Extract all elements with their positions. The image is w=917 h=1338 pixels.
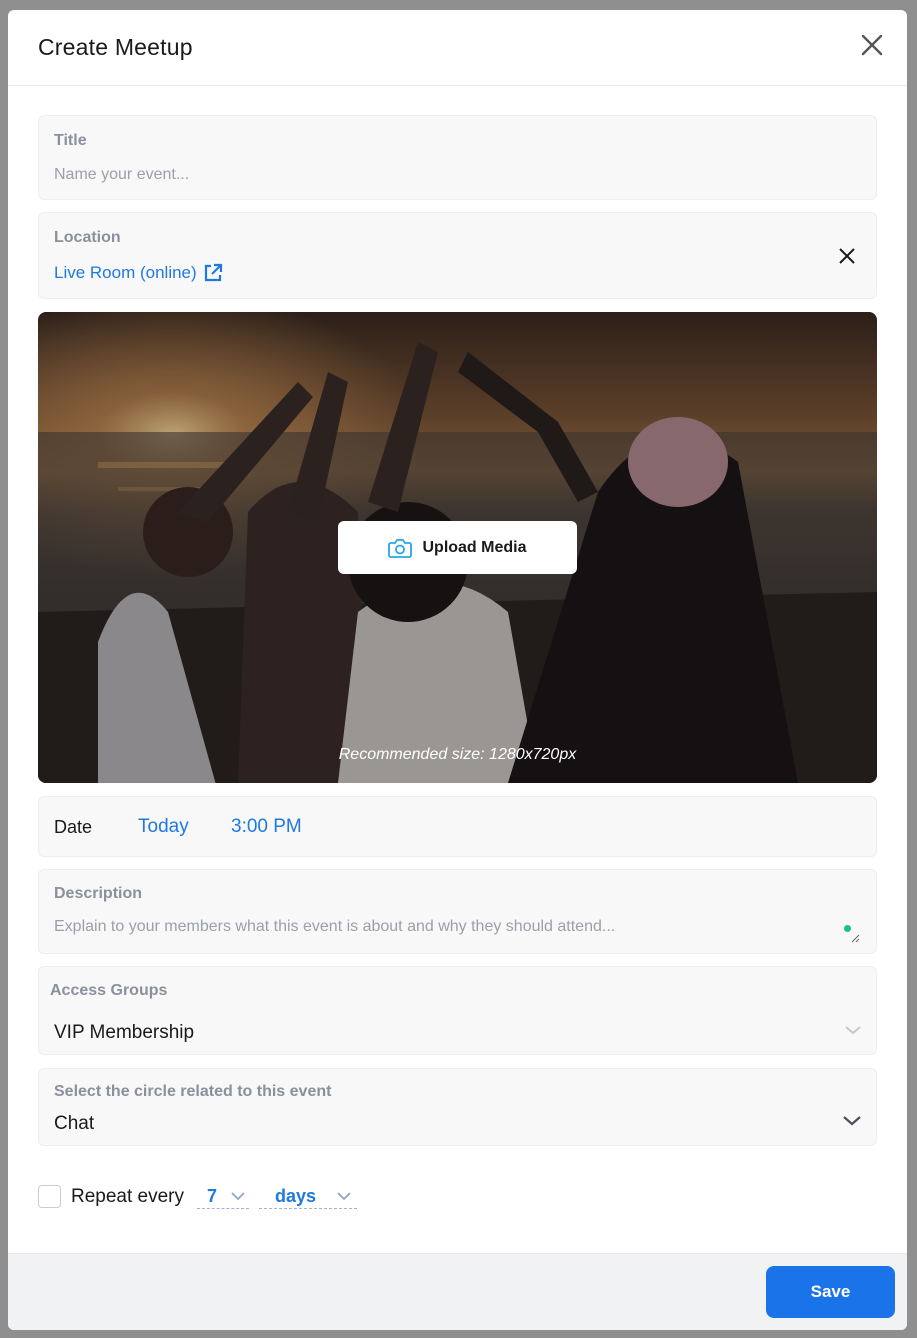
modal-footer: Save: [8, 1253, 907, 1330]
date-picker[interactable]: Today: [138, 816, 189, 838]
modal-header: Create Meetup: [8, 10, 907, 86]
circle-select[interactable]: Select the circle related to this event …: [38, 1068, 877, 1146]
date-field: Date Today 3:00 PM: [38, 796, 877, 857]
title-label: Title: [54, 132, 87, 149]
camera-icon: [388, 538, 413, 558]
location-link[interactable]: Live Room (online): [54, 263, 197, 283]
create-meetup-modal: Create Meetup Title Name your event... L…: [8, 10, 907, 1330]
date-label: Date: [54, 817, 93, 837]
title-field[interactable]: Title Name your event...: [38, 115, 877, 200]
resize-handle-icon[interactable]: [850, 933, 860, 943]
chevron-down-icon: [845, 1026, 861, 1035]
description-input[interactable]: Explain to your members what this event …: [54, 918, 615, 936]
description-field[interactable]: Description Explain to your members what…: [38, 869, 877, 954]
circle-select-value: Chat: [54, 1113, 95, 1134]
location-field: Location Live Room (online): [38, 212, 877, 299]
upload-media-label: Upload Media: [422, 538, 527, 556]
chevron-down-icon: [231, 1192, 245, 1201]
repeat-unit-select[interactable]: days: [259, 1185, 357, 1209]
repeat-count-value: 7: [207, 1186, 218, 1206]
status-dot: [844, 925, 851, 932]
access-groups-select[interactable]: Access Groups VIP Membership: [38, 966, 877, 1055]
circle-select-label: Select the circle related to this event: [54, 1083, 332, 1100]
description-label: Description: [54, 885, 143, 902]
recommended-size-text: Recommended size: 1280x720px: [338, 746, 577, 763]
chevron-down-icon: [337, 1192, 351, 1201]
clear-location-button[interactable]: [838, 247, 856, 265]
close-icon: [861, 34, 883, 56]
modal-title: Create Meetup: [38, 34, 193, 60]
time-picker[interactable]: 3:00 PM: [231, 816, 302, 838]
repeat-checkbox[interactable]: [38, 1185, 61, 1208]
repeat-count-select[interactable]: 7: [197, 1185, 249, 1209]
location-label: Location: [54, 229, 121, 246]
access-groups-value: VIP Membership: [54, 1022, 195, 1043]
access-groups-label: Access Groups: [50, 982, 168, 999]
close-icon: [839, 248, 855, 264]
external-link-icon[interactable]: [203, 263, 223, 283]
upload-media-button[interactable]: Upload Media: [338, 521, 577, 574]
repeat-label: Repeat every: [71, 1186, 185, 1207]
cover-image: Upload Media Recommended size: 1280x720p…: [38, 312, 877, 783]
repeat-unit-value: days: [275, 1186, 317, 1206]
close-button[interactable]: [859, 32, 885, 58]
title-input[interactable]: Name your event...: [54, 166, 189, 184]
chevron-down-icon: [843, 1116, 861, 1126]
save-button[interactable]: Save: [766, 1266, 895, 1318]
